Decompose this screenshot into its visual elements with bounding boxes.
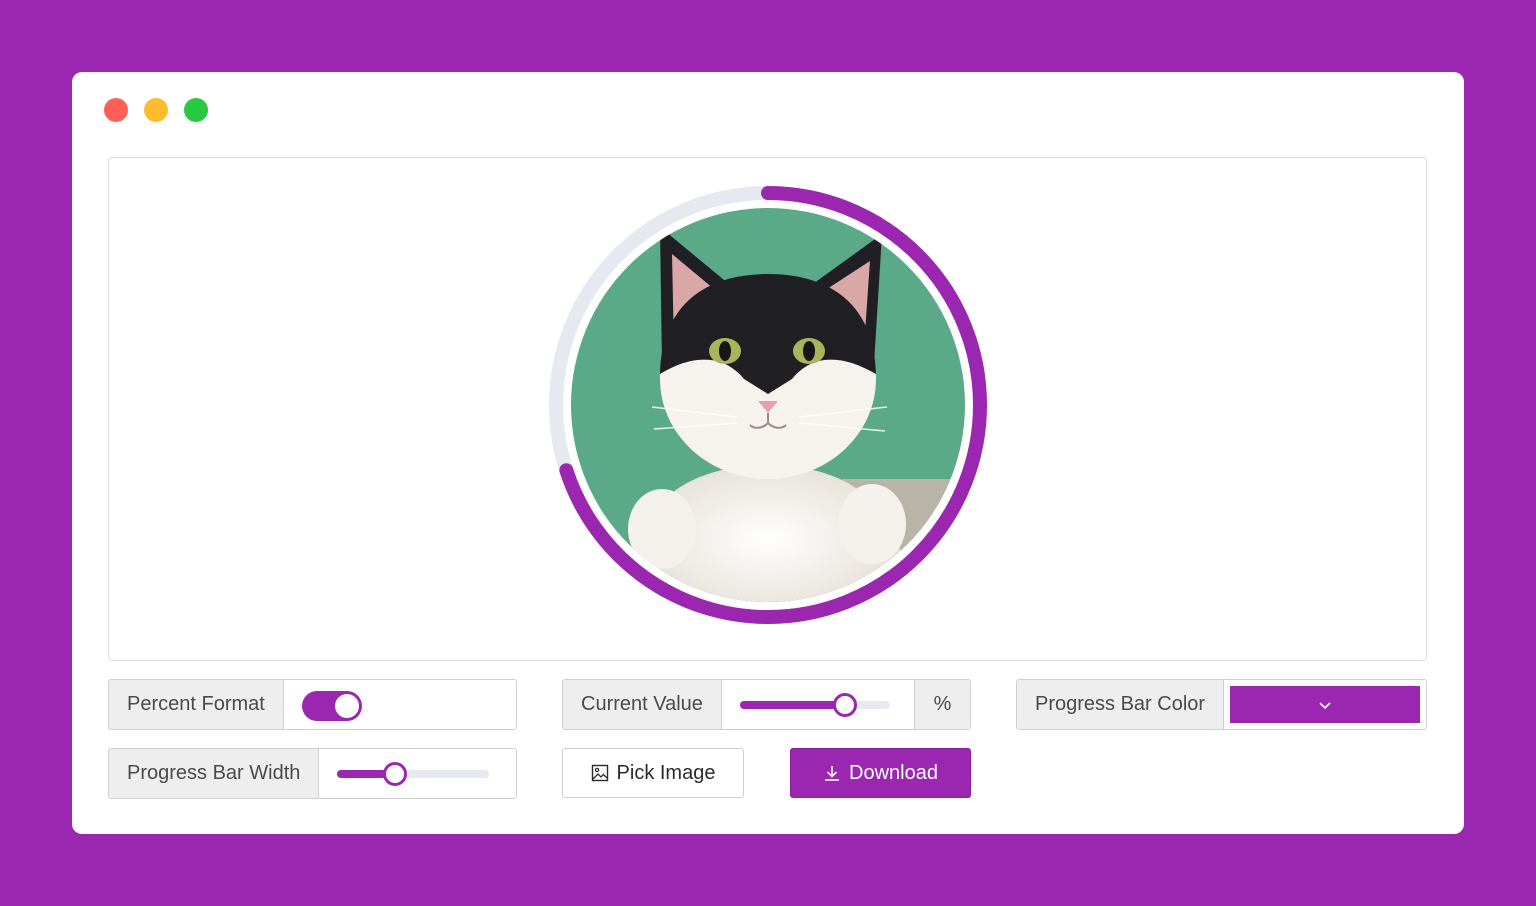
- progress-bar-width-body: [319, 749, 516, 798]
- toggle-knob: [334, 694, 359, 718]
- image-icon: [591, 764, 608, 782]
- preview-panel: [108, 157, 1427, 661]
- percent-format-toggle[interactable]: [301, 691, 362, 721]
- slider-fill: [739, 701, 845, 709]
- progress-avatar: [549, 186, 987, 624]
- slider-thumb[interactable]: [383, 762, 408, 786]
- window-maximize-button[interactable]: [184, 98, 208, 122]
- app-window: Percent Format Current Value % Progress …: [72, 72, 1464, 834]
- current-value-slider[interactable]: [739, 693, 890, 717]
- progress-bar-width-label: Progress Bar Width: [109, 749, 320, 798]
- percent-format-body: [284, 680, 516, 729]
- pick-image-button[interactable]: Pick Image: [562, 748, 744, 798]
- progress-bar-width-field: Progress Bar Width: [108, 748, 517, 799]
- current-value-suffix: %: [914, 680, 970, 729]
- progress-bar-color-field: Progress Bar Color: [1016, 679, 1427, 730]
- window-close-button[interactable]: [104, 98, 128, 122]
- download-label: Download: [849, 761, 938, 784]
- slider-thumb[interactable]: [832, 693, 857, 717]
- current-value-body: [722, 680, 914, 729]
- download-button[interactable]: Download: [790, 748, 971, 798]
- download-icon: [825, 766, 840, 781]
- current-value-field: Current Value %: [562, 679, 971, 730]
- chevron-down-icon: [1319, 701, 1331, 709]
- progress-bar-color-body: [1224, 680, 1426, 729]
- progress-bar-color-select[interactable]: [1230, 686, 1420, 723]
- window-minimize-button[interactable]: [144, 98, 168, 122]
- avatar-image: [571, 208, 965, 602]
- progress-bar-width-slider[interactable]: [337, 762, 490, 786]
- percent-format-label: Percent Format: [109, 680, 284, 729]
- progress-bar-color-label: Progress Bar Color: [1017, 680, 1225, 729]
- pick-image-label: Pick Image: [616, 761, 716, 784]
- current-value-label: Current Value: [563, 680, 722, 729]
- percent-format-field: Percent Format: [108, 679, 517, 730]
